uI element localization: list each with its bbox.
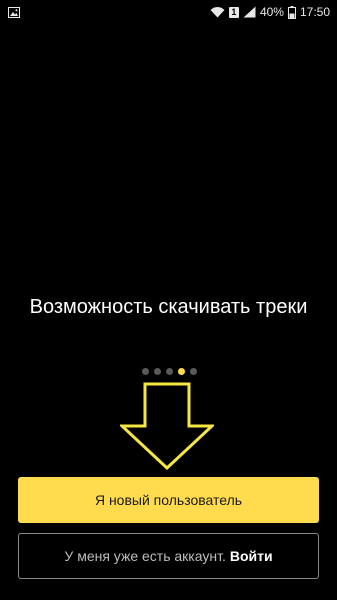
page-dot: [154, 368, 161, 375]
new-user-label: Я новый пользователь: [94, 492, 243, 508]
wifi-icon: [210, 7, 225, 18]
page-dot: [190, 368, 197, 375]
onboarding-headline: Возможность скачивать треки: [29, 296, 308, 318]
battery-icon: [287, 5, 296, 19]
status-right: 1 40% 17:50: [210, 5, 330, 19]
existing-account-button[interactable]: У меня уже есть аккаунт. Войти: [18, 533, 319, 579]
page-indicator: [0, 368, 337, 375]
down-arrow-annotation-icon: [120, 382, 214, 470]
page-dot: [166, 368, 173, 375]
page-dot-active: [178, 368, 185, 375]
existing-account-label: У меня уже есть аккаунт.: [64, 548, 226, 564]
login-label: Войти: [229, 548, 273, 564]
signal-icon: [243, 6, 256, 18]
status-bar: 1 40% 17:50: [0, 0, 337, 24]
clock: 17:50: [299, 5, 330, 19]
page-dot: [142, 368, 149, 375]
status-left: [8, 6, 210, 18]
sim-badge-icon: 1: [228, 6, 239, 18]
gallery-icon: [8, 6, 20, 18]
battery-percent: 40%: [259, 5, 284, 19]
new-user-button[interactable]: Я новый пользователь: [18, 477, 319, 523]
